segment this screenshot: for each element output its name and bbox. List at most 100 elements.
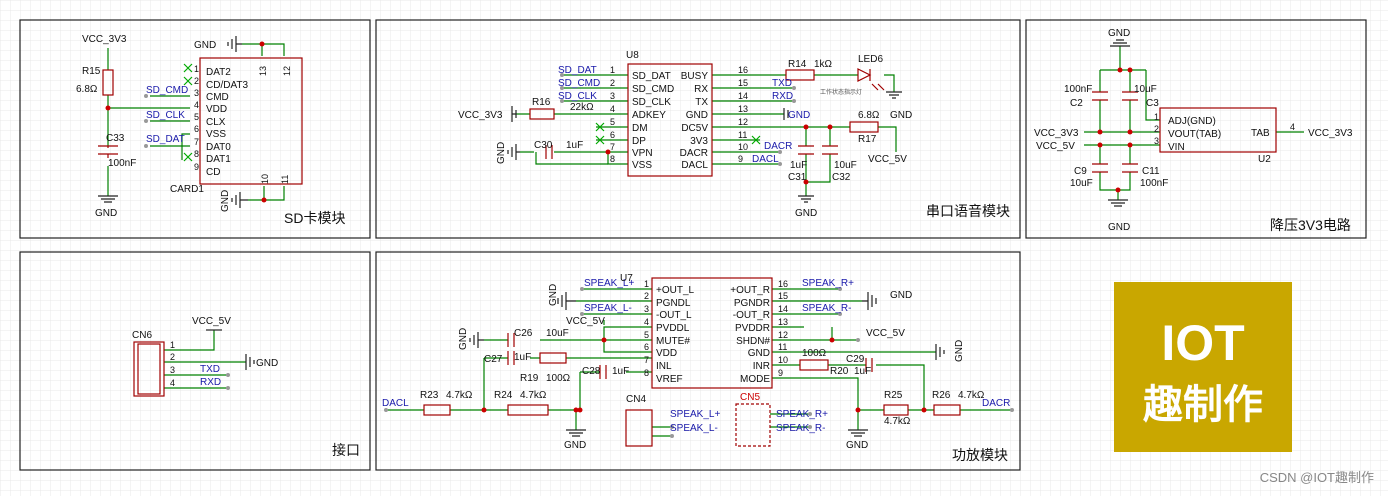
sd-pin-num: 9: [194, 162, 199, 172]
u7-pin-num: 6: [644, 342, 649, 352]
net-sd-dat: SD_DAT: [146, 134, 185, 145]
ldo-module-title: 降压3V3电路: [1270, 217, 1351, 233]
cn6-ref: CN6: [132, 330, 152, 341]
u8-pin-name: SD_CLK: [632, 97, 671, 108]
r16-ref: R16: [532, 97, 551, 108]
u2-pin-adj: ADJ(GND): [1168, 116, 1216, 127]
amp-module-title: 功放模块: [952, 447, 1008, 463]
cn4-ref: CN4: [626, 394, 646, 405]
u2-pin-tab: TAB: [1251, 128, 1270, 139]
r23-value: 4.7kΩ: [446, 390, 473, 401]
r26-ref: R26: [932, 390, 951, 401]
sd-pin-num: 7: [194, 137, 199, 147]
u8-pin-name: VSS: [632, 160, 652, 171]
u8-pin-num: 5: [610, 117, 615, 127]
cn6-pin-num: 3: [170, 365, 175, 375]
sd-vcc-label: VCC_3V3: [82, 34, 127, 45]
u7-pin-name: PVDDR: [735, 323, 770, 334]
u7-pin-name: VREF: [656, 374, 683, 385]
u7-pin-name: +OUT_R: [730, 285, 770, 296]
net-speak-r-minus: SPEAK_R-: [776, 423, 825, 434]
u2-pin-vin: VIN: [1168, 142, 1185, 153]
c31-ref: C31: [788, 172, 807, 183]
u8-pin-num: 1: [610, 65, 615, 75]
u7-pin-name: -OUT_L: [656, 310, 692, 321]
u7-pin-name: PGNDR: [734, 298, 770, 309]
u8-pin-name: GND: [686, 110, 708, 121]
voice-gnd-bottom-label: GND: [795, 208, 817, 219]
u8-pin-num: 16: [738, 65, 748, 75]
sd-pin-num: 4: [194, 100, 199, 110]
u7-ref: U7: [620, 273, 633, 284]
u8-pin-num: 7: [610, 142, 615, 152]
u8-pin-num: 3: [610, 91, 615, 101]
u7-pin-name: -OUT_R: [733, 310, 770, 321]
iface-vcc5-label: VCC_5V: [192, 316, 231, 327]
u7-pin-num: 3: [644, 304, 649, 314]
led6-ref: LED6: [858, 54, 883, 65]
sd-pin-num: 8: [194, 149, 199, 159]
u2-pin-num: 2: [1154, 124, 1159, 134]
amp-gnd-right-label: GND: [890, 290, 912, 301]
u2-pin-num: 4: [1290, 122, 1295, 132]
r15-ref: R15: [82, 66, 101, 77]
u2-ref: U2: [1258, 154, 1271, 165]
sd-pin-num: 11: [280, 175, 290, 184]
u7-pin-name: INR: [753, 361, 770, 372]
ldo-vcc5-label: VCC_5V: [1036, 141, 1075, 152]
sd-pin-num: 6: [194, 124, 199, 134]
amp-gnd-c29-label: GND: [954, 340, 965, 362]
amp-gnd-bottom-right-label: GND: [846, 440, 868, 451]
u8-pin-name: DC5V: [681, 123, 708, 134]
u8-pin-name: BUSY: [681, 71, 709, 82]
amp-gnd-left-label: GND: [548, 284, 559, 306]
r20-ref: R20: [830, 366, 849, 377]
r25-ref: R25: [884, 390, 903, 401]
c27-value: 1uF: [514, 352, 531, 363]
u8-pin-name: RX: [694, 84, 708, 95]
u7-pin-name: PVDDL: [656, 323, 690, 334]
amp-vcc5-right-label: VCC_5V: [866, 328, 905, 339]
amp-vcc5-left-label: VCC_5V: [566, 316, 605, 327]
c2-value: 100nF: [1064, 84, 1092, 95]
u7-pin-name: PGNDL: [656, 298, 691, 309]
sd-pin-num: 3: [194, 88, 199, 98]
u7-pin-num: 5: [644, 330, 649, 340]
r25-value: 4.7kΩ: [884, 416, 911, 427]
c33-value: 100nF: [108, 158, 136, 169]
u8-pin-name: ADKEY: [632, 110, 666, 121]
sd-gnd-top-label: GND: [194, 40, 216, 51]
u8-pin-name: 3V3: [690, 136, 708, 147]
net-speak-l-minus: SPEAK_L-: [670, 423, 718, 434]
r24-value: 4.7kΩ: [520, 390, 547, 401]
c28-ref: C28: [582, 366, 601, 377]
cn6-pin-num: 2: [170, 352, 175, 362]
c26-value: 10uF: [546, 328, 569, 339]
u7-pin-num: 8: [644, 368, 649, 378]
r24-ref: R24: [494, 390, 513, 401]
c11-ref: C11: [1142, 166, 1160, 177]
net-rxd: RXD: [772, 91, 793, 102]
u8-pin-num: 8: [610, 154, 615, 164]
c30-ref: C30: [534, 140, 553, 151]
net-speak-r-plus: SPEAK_R+: [802, 278, 854, 289]
u8-pin-name: TX: [695, 97, 708, 108]
iface-gnd-label: GND: [256, 358, 278, 369]
net-speak-l-minus: SPEAK_L-: [584, 303, 632, 314]
u7-pin-num: 12: [778, 330, 788, 340]
u8-pin-num: 4: [610, 104, 615, 114]
sd-pin-dat1: DAT1: [206, 154, 231, 165]
net-gnd: GND: [788, 110, 810, 121]
net-sd-cmd: SD_CMD: [146, 85, 188, 96]
net-speak-r-plus: SPEAK_R+: [776, 409, 828, 420]
c32-ref: C32: [832, 172, 851, 183]
sd-module-title: SD卡模块: [284, 210, 345, 226]
c9-ref: C9: [1074, 166, 1087, 177]
logo-line-1: IOT: [1161, 315, 1244, 371]
r20-value: 100Ω: [802, 348, 827, 359]
r14-value: 1kΩ: [814, 59, 833, 70]
sd-pin-vss: VSS: [206, 129, 226, 140]
cn6-pin-num: 1: [170, 340, 175, 350]
u7-pin-num: 2: [644, 291, 649, 301]
u8-pin-name: DACL: [681, 160, 708, 171]
